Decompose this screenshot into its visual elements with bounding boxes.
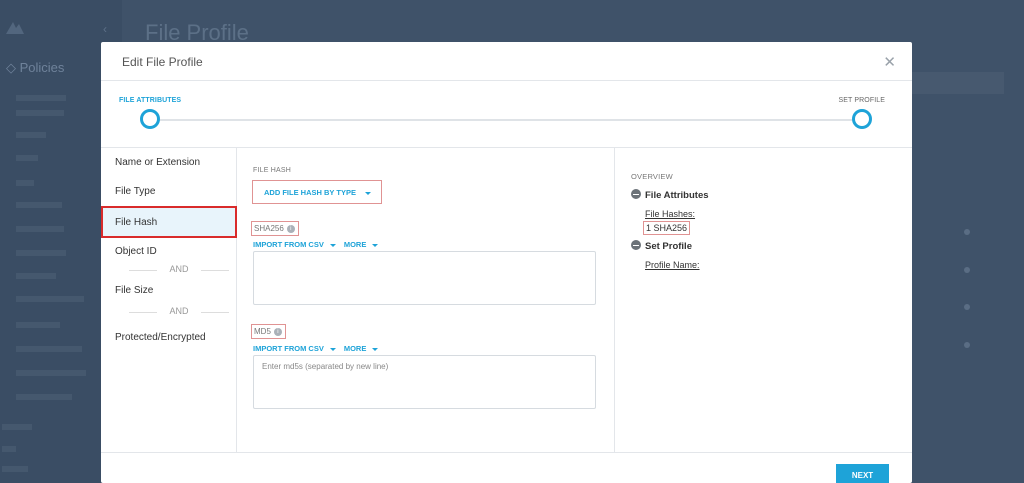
- sidebar-item[interactable]: [16, 250, 66, 256]
- and-separator: AND: [129, 306, 229, 318]
- overview-title: OVERVIEW: [631, 172, 673, 181]
- close-icon[interactable]: ✕: [883, 53, 896, 71]
- collapse-minus-icon[interactable]: [631, 189, 641, 199]
- collapse-sidebar-icon[interactable]: ‹: [103, 22, 107, 36]
- sidebar-item[interactable]: [16, 95, 66, 101]
- sha256-label: SHA256 i: [251, 221, 299, 236]
- chevron-down-icon[interactable]: [372, 347, 379, 351]
- md5-actions: IMPORT FROM CSV MORE: [253, 344, 386, 353]
- row-action-dot-icon[interactable]: [964, 229, 970, 235]
- nav-file-hash[interactable]: File Hash: [101, 206, 237, 238]
- sidebar-item[interactable]: [2, 424, 32, 430]
- overview-panel: OVERVIEW File Attributes File Hashes: 1 …: [615, 148, 912, 453]
- file-hash-form: FILE HASH ADD FILE HASH BY TYPE SHA256 i …: [237, 148, 615, 453]
- nav-file-hash-label: File Hash: [115, 217, 158, 228]
- wizard-stepper: FILE ATTRIBUTES SET PROFILE: [101, 81, 912, 148]
- md5-more-link[interactable]: MORE: [344, 344, 367, 353]
- nav-name-or-extension[interactable]: Name or Extension: [115, 157, 200, 168]
- chevron-down-icon[interactable]: [329, 347, 336, 351]
- md5-import-csv-link[interactable]: IMPORT FROM CSV: [253, 344, 324, 353]
- modal-header: Edit File Profile ✕: [101, 42, 912, 81]
- file-hash-section-label: FILE HASH: [253, 167, 291, 174]
- sidebar-item[interactable]: [16, 273, 56, 279]
- add-file-hash-by-type-button[interactable]: ADD FILE HASH BY TYPE: [252, 180, 382, 204]
- overview-set-profile-label: Set Profile: [645, 241, 692, 252]
- step-set-profile-label[interactable]: SET PROFILE: [839, 97, 885, 104]
- sidebar-item[interactable]: [2, 466, 28, 472]
- and-separator: AND: [129, 264, 229, 276]
- chevron-down-icon[interactable]: [372, 243, 379, 247]
- collapse-minus-icon[interactable]: [631, 240, 641, 250]
- background-toolbar: [912, 72, 1004, 94]
- step-file-attributes-circle[interactable]: [140, 109, 160, 129]
- overview-file-attributes-label: File Attributes: [645, 190, 709, 201]
- overview-file-attributes[interactable]: File Attributes: [631, 189, 709, 201]
- stepper-track: [159, 119, 852, 121]
- profile-name-label: Profile Name:: [645, 260, 700, 270]
- chevron-down-icon[interactable]: [329, 243, 336, 247]
- sidebar-section-policies[interactable]: ◇ Policies: [6, 60, 64, 76]
- info-icon[interactable]: i: [286, 224, 295, 233]
- sidebar-section-label: Policies: [19, 60, 65, 75]
- sidebar-item[interactable]: [16, 226, 64, 232]
- add-file-hash-label: ADD FILE HASH BY TYPE: [264, 188, 356, 197]
- step-file-attributes-label[interactable]: FILE ATTRIBUTES: [119, 97, 181, 104]
- sidebar-item[interactable]: [16, 394, 72, 400]
- attribute-nav: Name or Extension File Type File Hash Ob…: [101, 148, 237, 453]
- sha256-input[interactable]: [253, 251, 596, 305]
- modal-body: Name or Extension File Type File Hash Ob…: [101, 148, 912, 453]
- file-hashes-label: File Hashes:: [645, 209, 696, 219]
- step-set-profile-circle[interactable]: [852, 109, 872, 129]
- sidebar-item[interactable]: [16, 180, 34, 186]
- row-action-dot-icon[interactable]: [964, 342, 970, 348]
- sidebar-item[interactable]: [16, 296, 84, 302]
- md5-label: MD5 i: [251, 324, 286, 339]
- app-logo-icon: [6, 22, 24, 34]
- sidebar-item[interactable]: [16, 155, 38, 161]
- sidebar-item[interactable]: [16, 346, 82, 352]
- sidebar-item[interactable]: [2, 446, 16, 452]
- sha256-more-link[interactable]: MORE: [344, 240, 367, 249]
- sidebar-item[interactable]: [16, 132, 46, 138]
- info-icon[interactable]: i: [273, 327, 282, 336]
- nav-object-id[interactable]: Object ID: [115, 246, 157, 257]
- row-action-dot-icon[interactable]: [964, 267, 970, 273]
- edit-file-profile-modal: Edit File Profile ✕ FILE ATTRIBUTES SET …: [101, 42, 912, 483]
- nav-file-size[interactable]: File Size: [115, 285, 153, 296]
- file-hashes-value: 1 SHA256: [643, 221, 691, 235]
- sidebar-item[interactable]: [16, 322, 60, 328]
- nav-protected-encrypted[interactable]: Protected/Encrypted: [115, 332, 206, 343]
- sidebar-item[interactable]: [16, 110, 64, 116]
- chevron-down-icon: [364, 191, 371, 195]
- next-button[interactable]: NEXT: [836, 464, 889, 483]
- row-action-dot-icon[interactable]: [964, 304, 970, 310]
- modal-title: Edit File Profile: [122, 55, 203, 69]
- sidebar-item[interactable]: [16, 202, 62, 208]
- md5-label-text: MD5: [254, 327, 271, 336]
- sha256-actions: IMPORT FROM CSV MORE: [253, 240, 386, 249]
- sha256-import-csv-link[interactable]: IMPORT FROM CSV: [253, 240, 324, 249]
- overview-set-profile[interactable]: Set Profile: [631, 240, 692, 252]
- nav-file-type[interactable]: File Type: [115, 186, 155, 197]
- footer-divider: [101, 452, 912, 453]
- sidebar-item[interactable]: [16, 370, 86, 376]
- md5-input[interactable]: [253, 355, 596, 409]
- sha256-label-text: SHA256: [254, 224, 284, 233]
